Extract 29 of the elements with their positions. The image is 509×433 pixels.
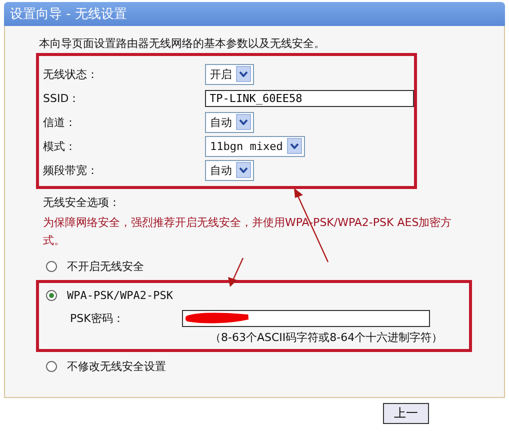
field-label: 信道： — [43, 114, 77, 130]
radio-button[interactable] — [46, 290, 57, 300]
ssid-input[interactable]: TP-LINK_60EE58 — [204, 90, 414, 106]
window-title: 设置向导 - 无线设置 — [10, 6, 127, 23]
back-button[interactable]: 上一 — [383, 403, 429, 424]
dropdown[interactable]: 自动 — [205, 160, 254, 180]
redaction-mark — [185, 312, 251, 324]
field-label: 模式： — [43, 138, 77, 154]
field-label: PSK密码： — [70, 310, 125, 326]
annotation-arrow — [228, 258, 244, 287]
field-label: 无线状态： — [43, 66, 99, 82]
caret-icon — [236, 66, 251, 82]
radio-label: 不开启无线安全 — [67, 258, 144, 274]
dropdown[interactable]: 11bgn mixed — [205, 136, 305, 156]
caret-icon — [236, 114, 251, 130]
radio-button[interactable] — [46, 360, 57, 372]
intro-text: 本向导页面设置路由器无线网络的基本参数以及无线安全。 — [39, 36, 326, 51]
radio-button[interactable] — [46, 260, 57, 272]
caret-icon — [286, 138, 302, 154]
hint-text: （8-63个ASCII码字符或8-64个十六进制字符） — [210, 330, 444, 346]
dropdown[interactable]: 自动 — [205, 112, 254, 132]
password-field[interactable] — [182, 310, 430, 326]
dropdown[interactable]: 开启 — [205, 64, 254, 84]
radio-label: WPA-PSK/WPA2-PSK — [67, 288, 173, 302]
radio-label: 不修改无线安全设置 — [67, 358, 166, 374]
field-label: 频段带宽： — [43, 162, 99, 178]
field-label: SSID： — [43, 90, 81, 106]
section-heading: 无线安全选项： — [43, 195, 121, 210]
caret-icon — [236, 162, 251, 178]
